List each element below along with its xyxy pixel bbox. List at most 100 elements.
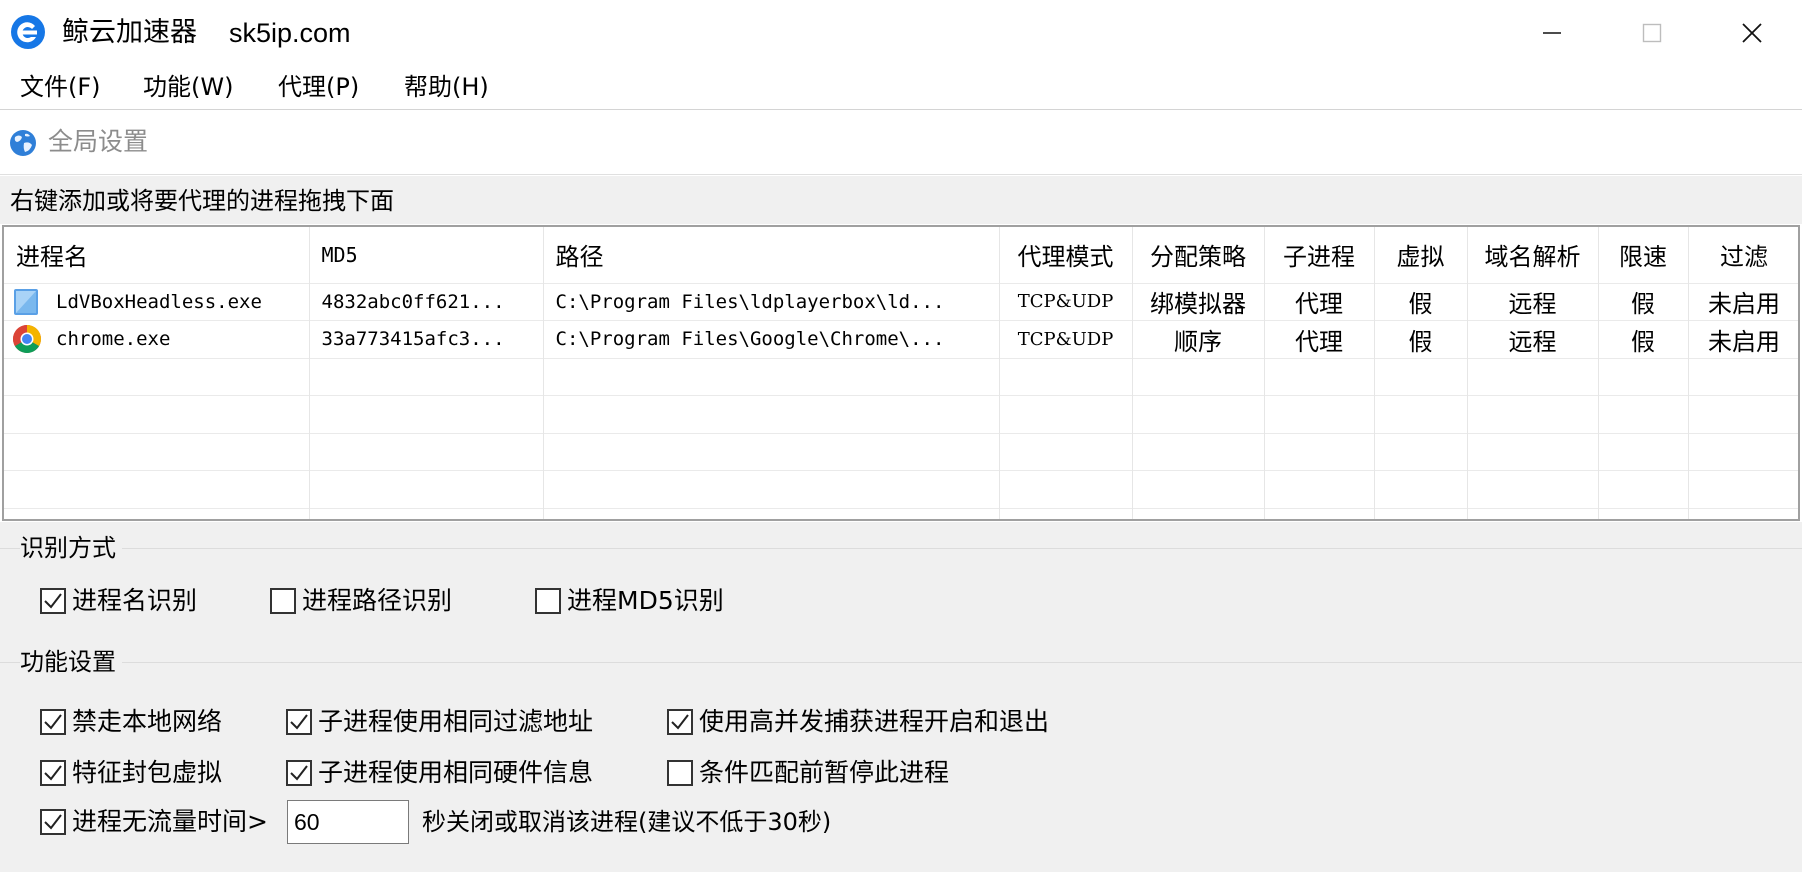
window-domain: sk5ip.com <box>229 18 351 48</box>
packet-virtualization-checkbox[interactable]: 特征封包虚拟 <box>40 756 222 790</box>
idle-suffix-text: 秒关闭或取消该进程(建议不低于30秒) <box>422 808 832 836</box>
checkbox-box <box>40 709 66 735</box>
title-bar: 鲸云加速器 sk5ip.com <box>0 0 1802 66</box>
column-header-name[interactable]: 进程名 <box>4 227 310 283</box>
check-icon <box>290 714 308 730</box>
process-path: C:\Program Files\ldplayerbox\ld... <box>543 282 1000 321</box>
table-row[interactable]: LdVBoxHeadless.exe 4832abc0ff621... C:\P… <box>4 282 1798 321</box>
virtual: 假 <box>1374 320 1468 359</box>
empty-row <box>4 470 1798 509</box>
check-icon <box>671 714 689 730</box>
child-same-hardware-checkbox[interactable]: 子进程使用相同硬件信息 <box>286 756 593 790</box>
menu-file[interactable]: 文件(F) <box>20 70 101 104</box>
checkbox-label: 子进程使用相同过滤地址 <box>318 707 594 736</box>
process-path: C:\Program Files\Google\Chrome\... <box>543 320 1000 359</box>
minimize-button[interactable] <box>1502 0 1602 66</box>
identify-group-title: 识别方式 <box>20 531 122 565</box>
column-header-path[interactable]: 路径 <box>543 227 1000 283</box>
identify-path-checkbox[interactable]: 进程路径识别 <box>270 584 452 618</box>
checkbox-label: 条件匹配前暂停此进程 <box>699 758 950 787</box>
divider <box>0 662 1802 663</box>
window-title: 鲸云加速器 <box>62 17 197 48</box>
checkbox-box <box>40 588 66 614</box>
settings-panel: 识别方式 进程名识别 进程路径识别 进程MD5识别 功能设置 禁走本地网络 子进… <box>0 522 1802 872</box>
column-header-virtual[interactable]: 虚拟 <box>1374 227 1468 283</box>
column-header-mode[interactable]: 代理模式 <box>999 227 1133 283</box>
chrome-icon <box>13 325 41 354</box>
checkbox-box <box>535 588 561 614</box>
check-icon <box>290 765 308 781</box>
menu-bar: 文件(F) 功能(W) 代理(P) 帮助(H) <box>0 66 1802 110</box>
high-concurrency-capture-checkbox[interactable]: 使用高并发捕获进程开启和退出 <box>667 705 1049 739</box>
menu-function[interactable]: 功能(W) <box>143 70 233 104</box>
checkbox-label: 进程无流量时间> <box>72 807 268 836</box>
process-table: 进程名 MD5 路径 代理模式 分配策略 子进程 虚拟 域名解析 限速 过滤 L… <box>4 227 1798 519</box>
checkbox-box <box>667 709 693 735</box>
strategy: 绑模拟器 <box>1132 282 1265 321</box>
child-process: 代理 <box>1264 282 1375 321</box>
table-header-row: 进程名 MD5 路径 代理模式 分配策略 子进程 虚拟 域名解析 限速 过滤 <box>4 227 1798 283</box>
strategy: 顺序 <box>1132 320 1265 359</box>
child-process: 代理 <box>1264 320 1375 359</box>
filter: 未启用 <box>1688 282 1798 321</box>
maximize-button[interactable] <box>1602 0 1702 66</box>
checkbox-label: 进程路径识别 <box>302 586 453 615</box>
checkbox-box <box>286 709 312 735</box>
checkbox-box <box>270 588 296 614</box>
idle-seconds-input[interactable]: 60 <box>287 800 409 844</box>
column-header-child[interactable]: 子进程 <box>1264 227 1375 283</box>
menu-help[interactable]: 帮助(H) <box>404 70 489 104</box>
child-same-filter-checkbox[interactable]: 子进程使用相同过滤地址 <box>286 705 593 739</box>
empty-row <box>4 508 1798 519</box>
toolbar: 全局设置 <box>0 111 1802 175</box>
hint-bar: 右键添加或将要代理的进程拖拽下面 <box>0 176 1802 224</box>
column-header-strategy[interactable]: 分配策略 <box>1132 227 1265 283</box>
identify-name-checkbox[interactable]: 进程名识别 <box>40 584 197 618</box>
identify-md5-checkbox[interactable]: 进程MD5识别 <box>535 584 724 618</box>
process-name: LdVBoxHeadless.exe <box>56 290 262 313</box>
dns-resolve: 远程 <box>1467 282 1599 321</box>
checkbox-box <box>286 760 312 786</box>
process-list[interactable]: 进程名 MD5 路径 代理模式 分配策略 子进程 虚拟 域名解析 限速 过滤 L… <box>2 225 1800 521</box>
filter: 未启用 <box>1688 320 1798 359</box>
checkbox-box <box>667 760 693 786</box>
column-header-dns[interactable]: 域名解析 <box>1467 227 1599 283</box>
column-header-md5[interactable]: MD5 <box>309 227 544 283</box>
pause-before-match-checkbox[interactable]: 条件匹配前暂停此进程 <box>667 756 949 790</box>
close-icon <box>1742 23 1762 43</box>
virtual: 假 <box>1374 282 1468 321</box>
proxy-mode: TCP&UDP <box>999 320 1133 359</box>
checkbox-label: 进程MD5识别 <box>567 586 724 615</box>
divider <box>0 548 1802 549</box>
check-icon <box>44 765 62 781</box>
column-header-filter[interactable]: 过滤 <box>1688 227 1798 283</box>
idle-timeout-checkbox[interactable]: 进程无流量时间> <box>40 805 268 839</box>
ldplayer-app-icon <box>14 288 38 315</box>
process-md5: 33a773415afc3... <box>309 320 544 359</box>
menu-proxy[interactable]: 代理(P) <box>278 70 359 104</box>
checkbox-label: 使用高并发捕获进程开启和退出 <box>699 707 1050 736</box>
features-group-title: 功能设置 <box>20 645 122 679</box>
globe-icon <box>10 130 36 156</box>
maximize-icon <box>1642 23 1662 43</box>
block-local-network-checkbox[interactable]: 禁走本地网络 <box>40 705 222 739</box>
column-header-limit[interactable]: 限速 <box>1598 227 1689 283</box>
checkbox-box <box>40 760 66 786</box>
close-button[interactable] <box>1702 0 1802 66</box>
checkbox-label: 子进程使用相同硬件信息 <box>318 758 594 787</box>
process-name: chrome.exe <box>56 328 171 351</box>
empty-row <box>4 432 1798 471</box>
check-icon <box>44 714 62 730</box>
process-md5: 4832abc0ff621... <box>309 282 544 321</box>
dns-resolve: 远程 <box>1467 320 1599 359</box>
proxy-mode: TCP&UDP <box>999 282 1133 321</box>
checkbox-label: 特征封包虚拟 <box>72 758 223 787</box>
empty-row <box>4 357 1798 396</box>
hint-text: 右键添加或将要代理的进程拖拽下面 <box>10 187 394 215</box>
table-row[interactable]: chrome.exe 33a773415afc3... C:\Program F… <box>4 320 1798 359</box>
global-settings-button[interactable]: 全局设置 <box>48 125 148 159</box>
speed-limit: 假 <box>1598 320 1689 359</box>
empty-row <box>4 395 1798 434</box>
speed-limit: 假 <box>1598 282 1689 321</box>
minimize-icon <box>1543 32 1561 34</box>
